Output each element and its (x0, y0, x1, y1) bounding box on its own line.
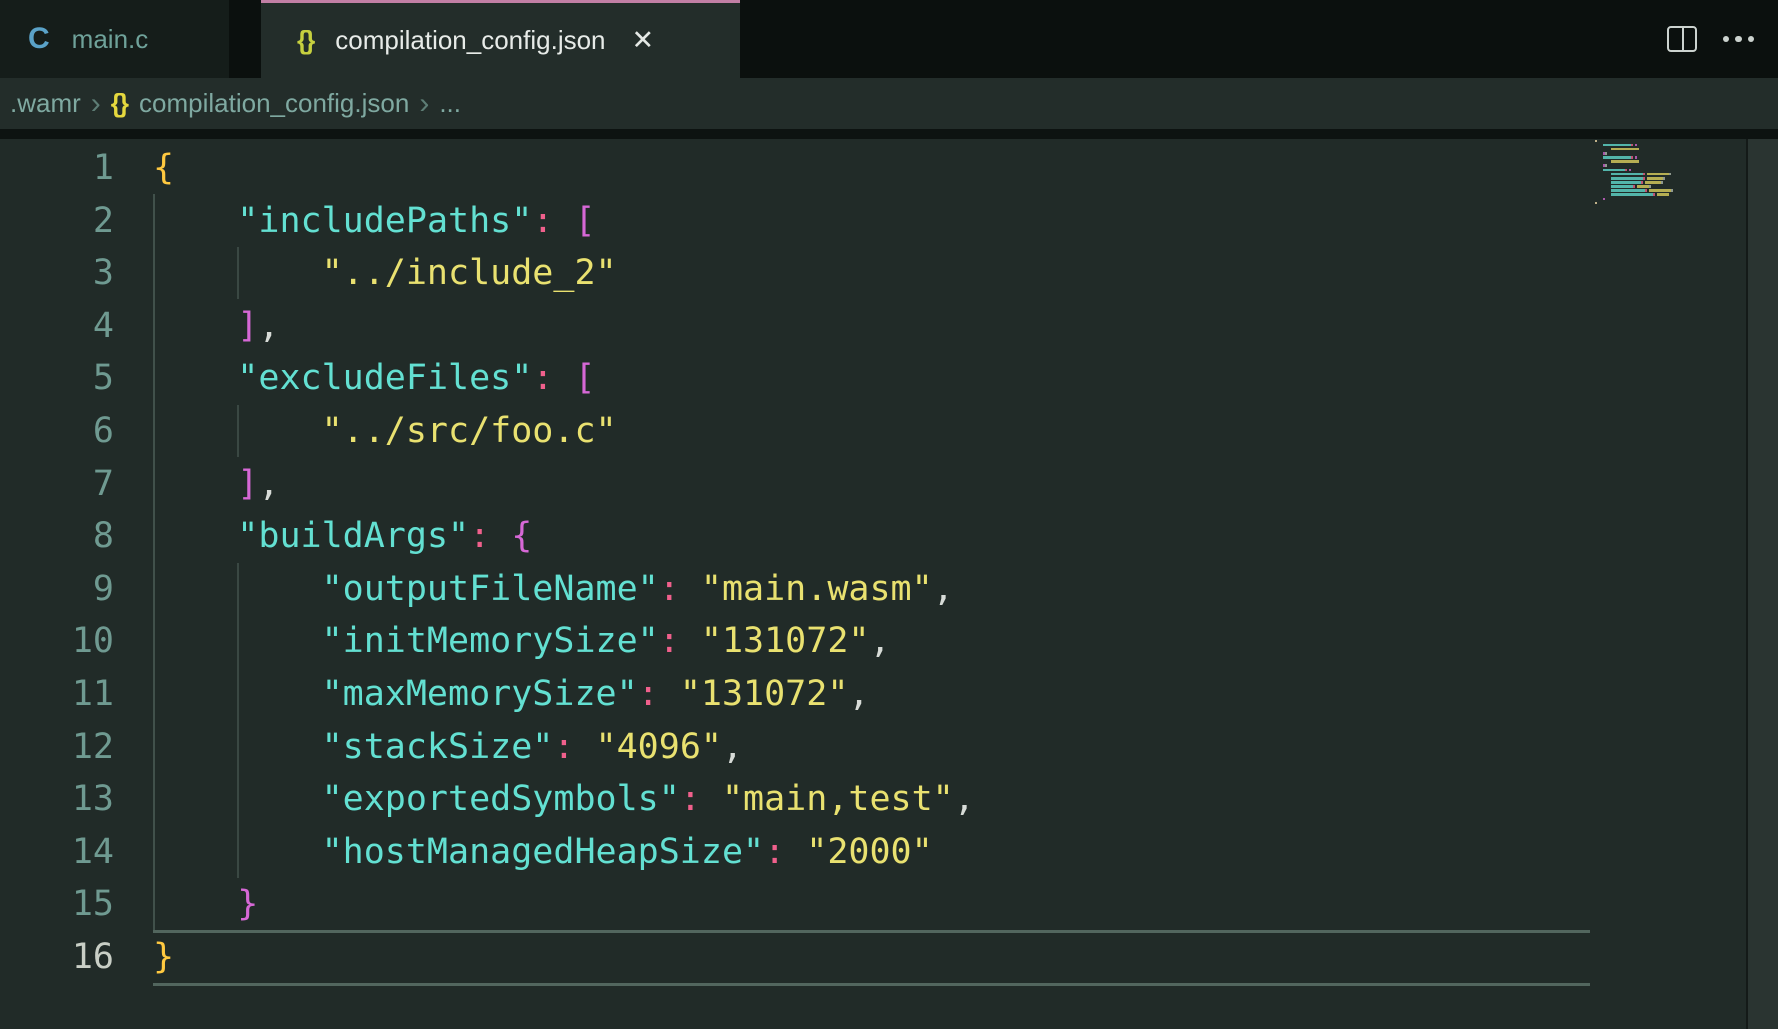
code-line-1[interactable]: 1{ (0, 142, 975, 195)
line-content: "buildArgs": { (153, 510, 532, 563)
code-line-5[interactable]: 5 "excludeFiles": [ (0, 352, 975, 405)
minimap-line (1603, 164, 1607, 167)
close-icon[interactable]: ✕ (632, 27, 655, 54)
tab-label: main.c (72, 24, 149, 55)
minimap-line (1611, 173, 1671, 176)
code-line-9[interactable]: 9 "outputFileName": "main.wasm", (0, 563, 975, 616)
line-number: 16 (0, 931, 114, 984)
line-content: "maxMemorySize": "131072", (153, 668, 869, 721)
minimap[interactable] (1595, 139, 1745, 359)
minimap-line (1611, 189, 1673, 192)
c-language-icon: C (28, 22, 50, 56)
minimap-line (1603, 156, 1637, 159)
json-file-icon: {} (297, 25, 313, 56)
minimap-line (1603, 169, 1631, 172)
code-line-2[interactable]: 2 "includePaths": [ (0, 195, 975, 248)
line-number: 1 (0, 142, 114, 195)
line-number: 10 (0, 615, 114, 668)
line-number: 13 (0, 773, 114, 826)
line-content: "includePaths": [ (153, 195, 596, 248)
breadcrumb-file[interactable]: compilation_config.json (139, 88, 409, 119)
minimap-line (1603, 144, 1637, 147)
line-content: "stackSize": "4096", (153, 721, 743, 774)
line-number: 9 (0, 563, 114, 616)
minimap-line (1611, 177, 1665, 180)
minimap-line (1603, 198, 1605, 201)
line-content: "exportedSymbols": "main,test", (153, 773, 975, 826)
line-number: 11 (0, 668, 114, 721)
split-editor-icon[interactable] (1667, 26, 1697, 52)
line-number: 12 (0, 721, 114, 774)
line-content: "../include_2" (153, 247, 617, 300)
breadcrumb: .wamr › {} compilation_config.json › ... (0, 78, 1778, 129)
code-line-4[interactable]: 4 ], (0, 300, 975, 353)
chevron-right-icon: › (91, 89, 101, 119)
more-actions-icon[interactable] (1723, 36, 1755, 43)
code-line-7[interactable]: 7 ], (0, 458, 975, 511)
line-content: } (153, 931, 174, 984)
code-line-3[interactable]: 3 "../include_2" (0, 247, 975, 300)
code-line-11[interactable]: 11 "maxMemorySize": "131072", (0, 668, 975, 721)
line-number: 3 (0, 247, 114, 300)
minimap-line (1603, 152, 1607, 155)
line-content: "../src/foo.c" (153, 405, 617, 458)
line-content: ], (153, 300, 279, 353)
chevron-right-icon: › (419, 89, 429, 119)
line-number: 4 (0, 300, 114, 353)
code-line-16[interactable]: 16} (0, 931, 975, 984)
line-content: "initMemorySize": "131072", (153, 615, 891, 668)
minimap-line (1611, 181, 1663, 184)
tab-bar: C main.c {} compilation_config.json ✕ (0, 0, 1778, 78)
minimap-line (1611, 185, 1651, 188)
code-line-6[interactable]: 6 "../src/foo.c" (0, 405, 975, 458)
breadcrumb-symbol-path[interactable]: ... (439, 88, 461, 119)
code-line-10[interactable]: 10 "initMemorySize": "131072", (0, 615, 975, 668)
line-number: 14 (0, 826, 114, 879)
code-line-14[interactable]: 14 "hostManagedHeapSize": "2000" (0, 826, 975, 879)
breadcrumb-shadow (0, 129, 1778, 139)
line-number: 15 (0, 878, 114, 931)
tab-label: compilation_config.json (335, 25, 605, 56)
minimap-line (1595, 140, 1597, 143)
line-number: 2 (0, 195, 114, 248)
line-content: { (153, 142, 174, 195)
line-content: ], (153, 458, 279, 511)
minimap-line (1611, 148, 1639, 151)
minimap-line (1611, 193, 1669, 196)
code-line-15[interactable]: 15 } (0, 878, 975, 931)
tab-compilation-config-json[interactable]: {} compilation_config.json ✕ (261, 0, 740, 78)
scrollbar-track[interactable] (1746, 139, 1778, 1029)
code-line-12[interactable]: 12 "stackSize": "4096", (0, 721, 975, 774)
line-number: 5 (0, 352, 114, 405)
code-editor[interactable]: 1{2 "includePaths": [3 "../include_2"4 ]… (0, 139, 1778, 1029)
line-content: } (153, 878, 258, 931)
code-lines: 1{2 "includePaths": [3 "../include_2"4 ]… (0, 142, 975, 984)
minimap-line (1595, 202, 1597, 205)
minimap-line (1611, 160, 1639, 163)
line-number: 6 (0, 405, 114, 458)
code-line-8[interactable]: 8 "buildArgs": { (0, 510, 975, 563)
line-content: "hostManagedHeapSize": "2000" (153, 826, 933, 879)
tab-main-c[interactable]: C main.c (0, 0, 229, 78)
json-file-icon: {} (111, 88, 127, 119)
code-line-13[interactable]: 13 "exportedSymbols": "main,test", (0, 773, 975, 826)
line-content: "excludeFiles": [ (153, 352, 596, 405)
editor-actions (1667, 0, 1755, 78)
line-content: "outputFileName": "main.wasm", (153, 563, 954, 616)
breadcrumb-folder[interactable]: .wamr (10, 88, 81, 119)
line-number: 8 (0, 510, 114, 563)
line-number: 7 (0, 458, 114, 511)
